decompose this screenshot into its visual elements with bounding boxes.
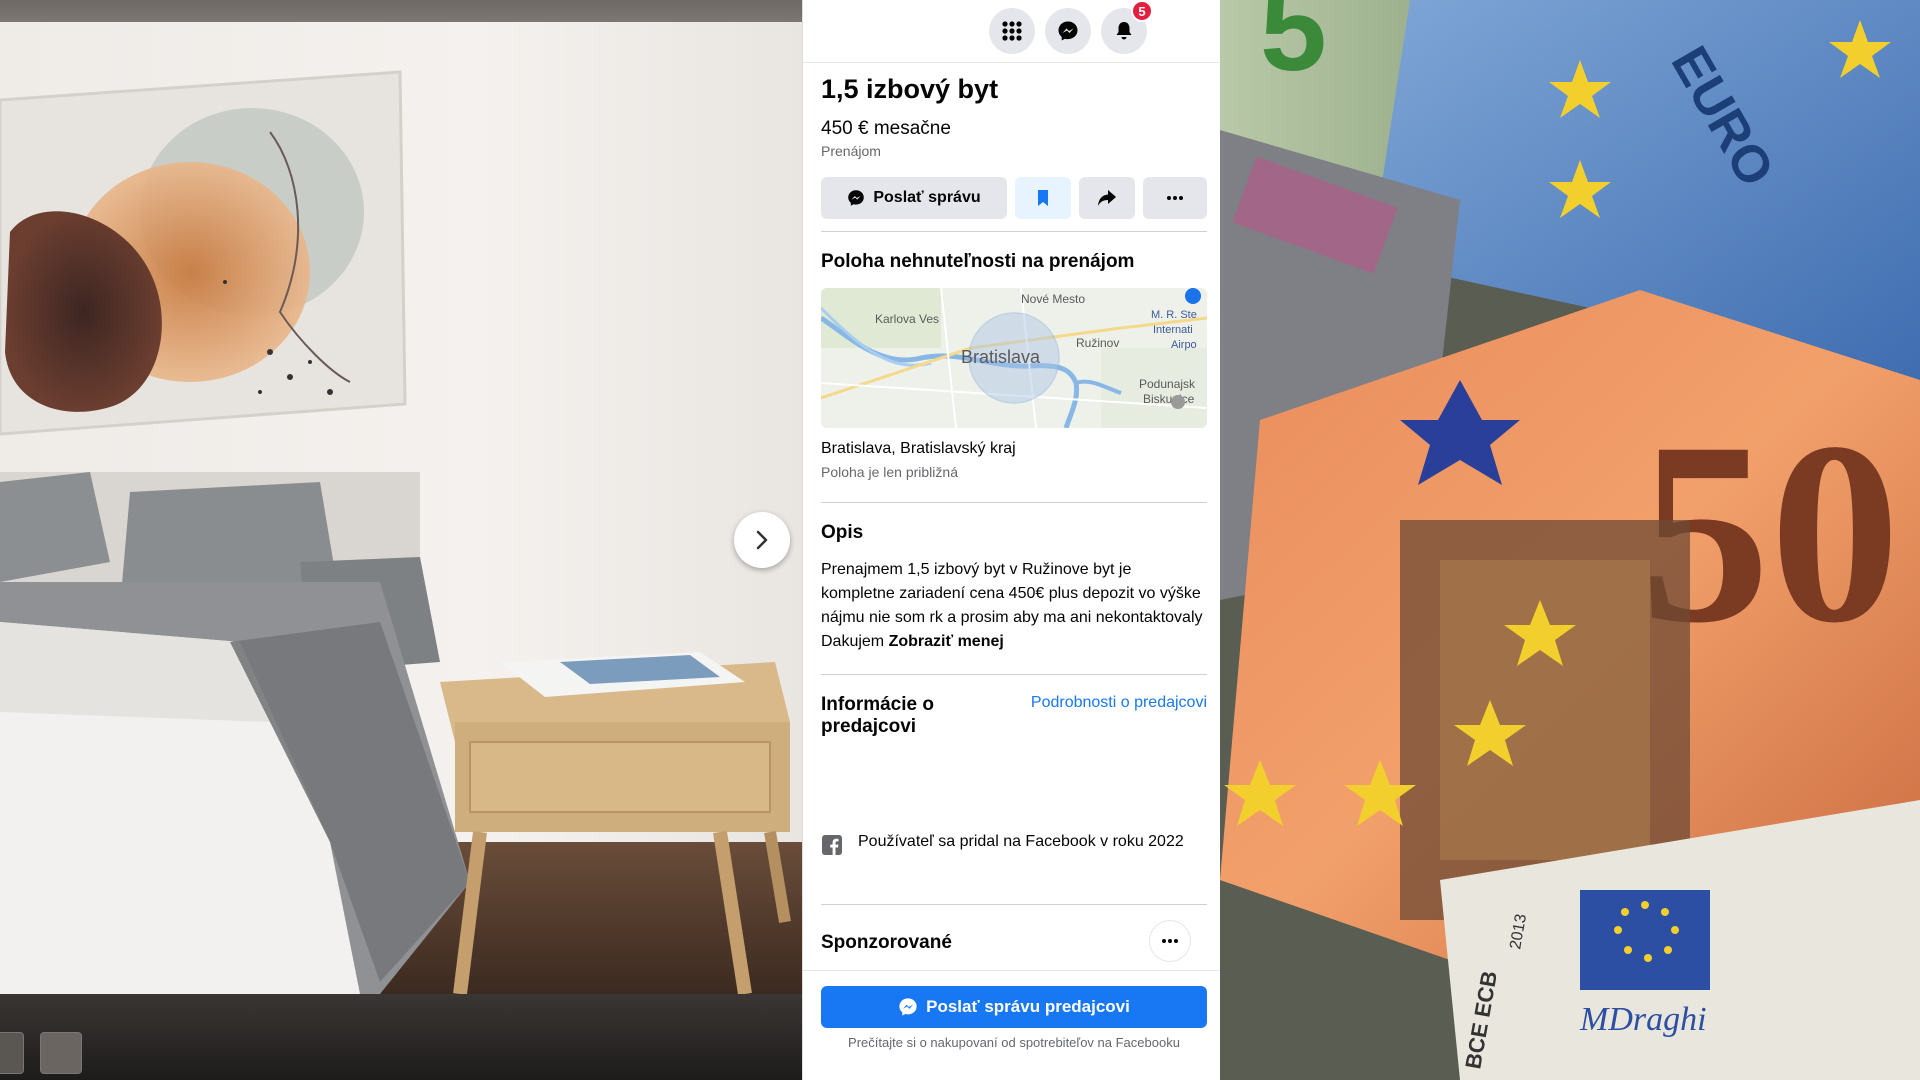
photo-thumbnail[interactable]: [0, 1032, 24, 1074]
messenger-icon: [899, 998, 917, 1016]
location-note: Poloha je len približná: [821, 464, 958, 480]
more-options-button[interactable]: [1143, 177, 1207, 219]
description-text: Prenajmem 1,5 izbový byt v Ružinove byt …: [821, 558, 1207, 654]
map-district-label: Podunajsk: [1139, 377, 1196, 391]
messenger-icon: [1058, 21, 1078, 41]
listing-type: Prenájom: [821, 143, 881, 159]
top-navigation: 5: [803, 0, 1220, 63]
seller-section-title: Informácie o predajcovi: [821, 694, 934, 737]
map-city-label: Bratislava: [961, 347, 1041, 367]
map-poi-label: M. R. Ste: [1151, 309, 1197, 321]
save-button[interactable]: [1015, 177, 1071, 219]
listing-actions: Poslať správu: [821, 177, 1207, 219]
euro-banknotes-photo: 5 EURO 50 MDraghi BCE ECB 2013: [1220, 0, 1920, 1080]
more-icon: [1167, 196, 1183, 200]
map-district-label: Karlova Ves: [875, 312, 939, 326]
notification-count-badge: 5: [1131, 0, 1153, 22]
next-photo-button[interactable]: [734, 512, 790, 568]
notifications-button[interactable]: 5: [1101, 0, 1153, 54]
banknotes-illustration: 5 EURO 50 MDraghi BCE ECB 2013: [1220, 0, 1920, 1080]
share-button[interactable]: [1079, 177, 1135, 219]
location-map[interactable]: Bratislava Karlova Ves Nové Mesto Ružino…: [821, 288, 1207, 428]
consumer-info-link[interactable]: Prečítajte si o nakupovaní od spotrebite…: [821, 1034, 1207, 1052]
bedroom-photo: [0, 22, 802, 994]
share-icon: [1098, 190, 1116, 206]
grid-icon: [1002, 21, 1022, 41]
sponsored-more-button[interactable]: [1149, 920, 1191, 962]
send-message-button[interactable]: Poslať správu: [821, 177, 1007, 219]
divider: [821, 502, 1207, 503]
screenshot-composite: 5 1,5 izbový byt 450 € mesačne Prenájom …: [0, 0, 1920, 1080]
divider: [821, 674, 1207, 675]
map-marker-icon: [1171, 395, 1185, 409]
map-poi-label: Internati: [1153, 324, 1193, 336]
photo-thumbnail[interactable]: [40, 1032, 82, 1074]
seller-joined-text: Používateľ sa pridal na Facebook v roku …: [858, 833, 1184, 850]
map-poi-label: Airpo: [1171, 339, 1197, 351]
bell-icon: [1116, 22, 1132, 40]
note-five-label: 5: [1260, 0, 1327, 96]
divider: [821, 904, 1207, 905]
listing-details-panel: 5 1,5 izbový byt 450 € mesačne Prenájom …: [802, 0, 1220, 1080]
divider: [803, 970, 1220, 971]
signature-label: MDraghi: [1579, 1001, 1707, 1038]
messenger-icon: [848, 190, 865, 206]
map-image: Bratislava Karlova Ves Nové Mesto Ružino…: [821, 288, 1207, 428]
description-section-title: Opis: [821, 522, 864, 543]
facebook-icon: [822, 835, 842, 855]
listing-price: 450 € mesačne: [821, 118, 951, 139]
message-seller-label: Poslať správu predajcovi: [926, 997, 1130, 1016]
chevron-right-icon: [756, 530, 768, 550]
location-section-title: Poloha nehnuteľnosti na prenájom: [821, 251, 1135, 272]
more-icon: [1162, 939, 1178, 943]
thumbnail-strip: [0, 994, 802, 1080]
message-seller-button[interactable]: Poslať správu predajcovi: [821, 986, 1207, 1028]
sponsored-title: Sponzorované: [821, 932, 952, 953]
messenger-button[interactable]: [1045, 8, 1091, 54]
listing-title: 1,5 izbový byt: [821, 74, 999, 104]
listing-photo: [0, 0, 802, 1080]
bookmark-icon: [1038, 190, 1048, 206]
map-district-label: Ružinov: [1076, 336, 1119, 350]
divider: [821, 231, 1207, 232]
menu-button[interactable]: [989, 8, 1035, 54]
show-less-link[interactable]: Zobraziť menej: [889, 633, 1004, 650]
airport-icon: [1185, 288, 1201, 304]
description-body: Prenajmem 1,5 izbový byt v Ružinove byt …: [821, 561, 1203, 650]
seller-details-link[interactable]: Podrobnosti o predajcovi: [1031, 694, 1207, 712]
location-place: Bratislava, Bratislavský kraj: [821, 440, 1016, 457]
seller-joined-info: Používateľ sa pridal na Facebook v roku …: [821, 830, 1207, 874]
send-message-label: Poslať správu: [873, 189, 981, 206]
map-district-label: Nové Mesto: [1021, 292, 1085, 306]
photo-top-bar: [0, 0, 802, 22]
map-district-label: Biskupice: [1143, 392, 1195, 406]
